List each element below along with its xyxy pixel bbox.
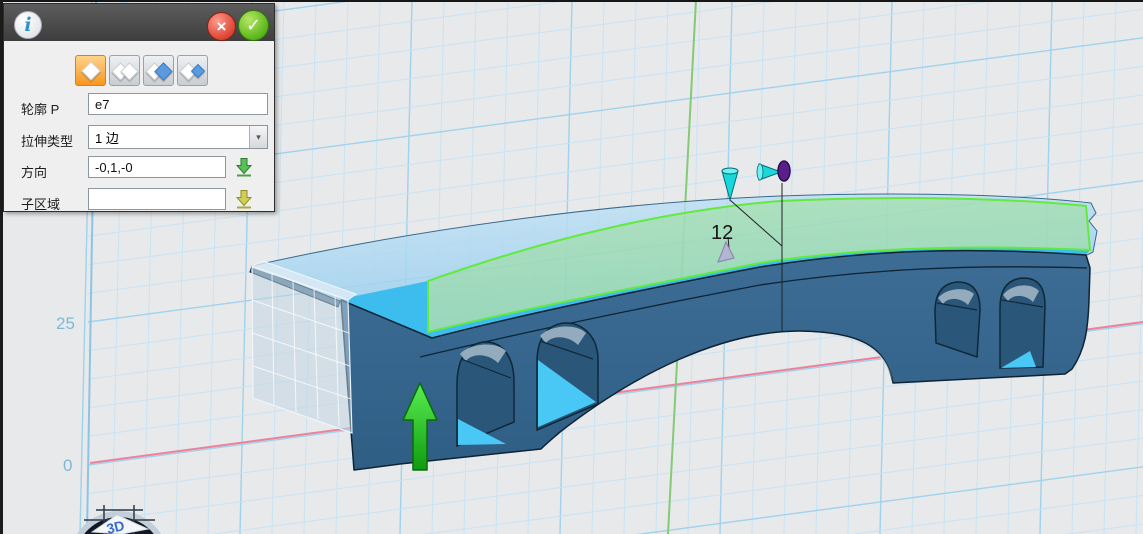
extrude-type-value: 1 边 — [89, 128, 249, 147]
info-icon: i — [14, 11, 42, 39]
mode-intersect-button[interactable] — [177, 55, 208, 86]
direction-label: 方向 — [21, 162, 47, 181]
subregion-label: 子区域 — [21, 194, 60, 213]
mode-new-solid-button[interactable] — [75, 55, 106, 86]
mode-subtract-button[interactable] — [143, 55, 174, 86]
extrude-type-label: 拉伸类型 — [21, 131, 73, 150]
direction-input[interactable] — [88, 156, 226, 178]
confirm-button[interactable]: ✓ — [238, 10, 269, 41]
drag-handle-cone-disc[interactable] — [757, 161, 790, 181]
solid-diamond-icon — [81, 61, 101, 81]
extrude-type-select[interactable]: 1 边 ▾ — [88, 125, 268, 149]
profile-input[interactable] — [88, 93, 268, 115]
chevron-down-icon[interactable]: ▾ — [249, 126, 267, 148]
extrude-distance-label[interactable]: 12 — [711, 222, 733, 244]
drag-handle-cone-down[interactable] — [722, 168, 738, 200]
mode-union-button[interactable] — [109, 55, 140, 86]
subregion-pick-icon[interactable] — [234, 188, 254, 209]
dialog-titlebar: i × ✓ — [4, 4, 274, 41]
app-logo-viewcube[interactable]: 3D — [72, 505, 166, 534]
cancel-button[interactable]: × — [207, 12, 236, 41]
subregion-input[interactable] — [88, 188, 226, 210]
extrude-parameters-dialog: i × ✓ 轮廓 P 拉伸类型 1 — [3, 3, 275, 212]
extrude-mode-toolbar — [75, 55, 208, 86]
profile-label: 轮廓 P — [21, 99, 59, 118]
window-top-edge — [0, 0, 1143, 2]
axis-scale-0: 0 — [63, 456, 72, 475]
axis-scale-25: 25 — [56, 314, 75, 333]
cad-application-window: 25 0 — [0, 0, 1143, 534]
direction-pick-icon[interactable] — [234, 156, 254, 177]
